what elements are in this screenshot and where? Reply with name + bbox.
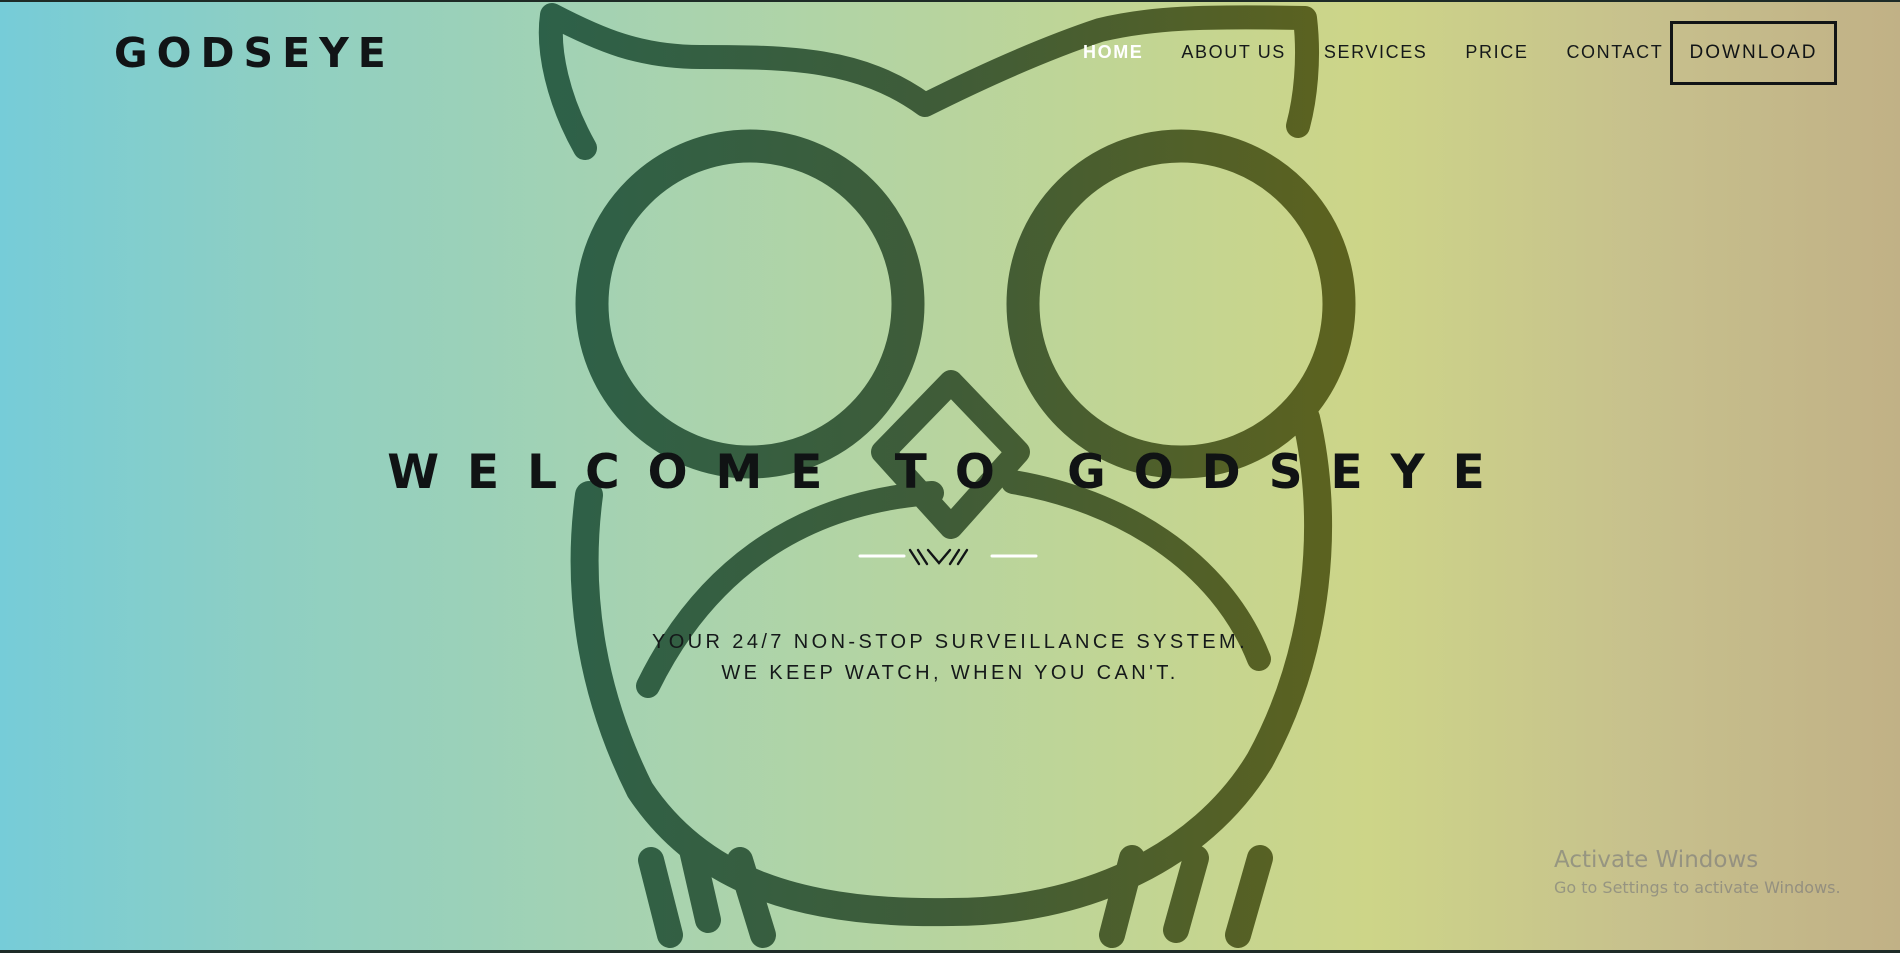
activate-windows-title: Activate Windows [1554,847,1759,873]
nav-about-us[interactable]: ABOUT US [1181,42,1286,63]
hero-tagline-line2: WE KEEP WATCH, WHEN YOU CAN'T. [721,662,1179,684]
nav-services[interactable]: SERVICES [1324,42,1428,63]
nav-price[interactable]: PRICE [1465,42,1528,63]
main-nav: HOME ABOUT US SERVICES PRICE CONTACT [1064,38,1682,66]
activate-windows-watermark: Activate Windows Go to Settings to activ… [1554,843,1841,899]
nav-contact[interactable]: CONTACT [1566,42,1663,63]
activate-windows-subtitle: Go to Settings to activate Windows. [1554,878,1841,897]
hero-tagline-line1: YOUR 24/7 NON-STOP SURVEILLANCE SYSTEM. [651,631,1249,653]
download-button[interactable]: DOWNLOAD [1670,21,1837,85]
hero-title: WELCOME TO GODSEYE [387,445,1513,500]
nav-home[interactable]: HOME [1083,42,1143,63]
ornament-divider-icon [858,548,1038,566]
page: GODSEYE HOME ABOUT US SERVICES PRICE CON… [0,0,1900,953]
site-logo[interactable]: GODSEYE [114,28,395,78]
